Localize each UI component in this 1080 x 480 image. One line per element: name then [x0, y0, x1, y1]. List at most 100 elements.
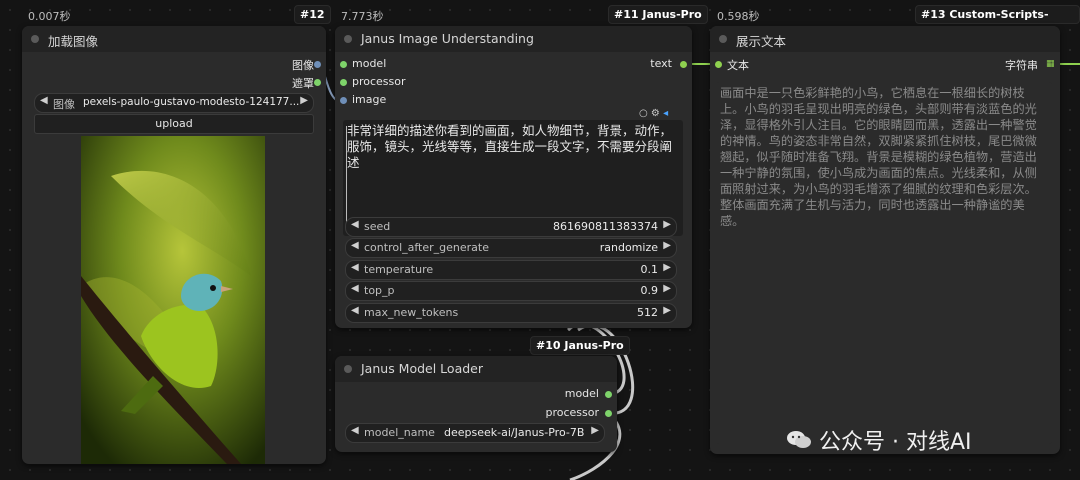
bird-image — [81, 136, 265, 464]
output-string[interactable]: 字符串 — [1005, 57, 1038, 73]
circle-icon[interactable]: ○ — [639, 108, 648, 119]
collapse-dot-icon[interactable] — [31, 35, 39, 43]
execution-time-show-text: 0.598秒 — [717, 10, 760, 23]
janus-model-loader-node[interactable]: Janus Model Loader model processor ◀ mod… — [335, 356, 617, 452]
widget-value: randomize — [599, 241, 658, 254]
control-after-generate-widget[interactable]: ◀ control_after_generate randomize ▶ — [345, 238, 677, 258]
widget-value: 0.1 — [640, 263, 659, 276]
wechat-icon — [786, 429, 812, 451]
output-processor[interactable]: processor — [545, 406, 599, 422]
node-id-badge-13: #13 Custom-Scripts-main — [915, 5, 1080, 38]
output-text-content: 画面中是一只色彩鲜艳的小鸟，它栖息在一根细长的树枝上。小鸟的羽毛呈现出明亮的绿色… — [720, 86, 1037, 228]
output-model[interactable]: model — [565, 387, 599, 403]
node-id-badge-11: #11 Janus-Pro — [608, 5, 708, 24]
input-text-port[interactable] — [715, 61, 722, 68]
output-string-label: 字符串 — [1005, 59, 1038, 72]
max-new-tokens-widget[interactable]: ◀ max_new_tokens 512 ▶ — [345, 303, 677, 323]
input-model-port[interactable] — [340, 61, 347, 68]
watermark: 公众号 · 对线AI — [786, 424, 972, 455]
seed-widget[interactable]: ◀ seed 861690811383374 ▶ — [345, 217, 677, 237]
output-text-display[interactable]: 画面中是一只色彩鲜艳的小鸟，它栖息在一根细长的树枝上。小鸟的羽毛呈现出明亮的绿色… — [716, 82, 1052, 444]
prev-arrow-icon[interactable]: ◀ — [40, 95, 48, 106]
output-text[interactable]: text — [650, 57, 672, 73]
node-id-badge-12: #12 — [294, 5, 331, 24]
input-model[interactable]: model — [352, 57, 386, 73]
input-text[interactable]: 文本 — [727, 57, 749, 73]
text-caret — [346, 126, 347, 230]
input-image[interactable]: image — [352, 93, 386, 109]
output-image-label: 图像 — [292, 59, 314, 72]
node-title: 展示文本 — [736, 34, 787, 49]
node-header[interactable]: 展示文本 — [710, 26, 1060, 52]
decrement-arrow-icon[interactable]: ◀ — [351, 240, 359, 251]
output-text-label: text — [650, 57, 672, 70]
input-model-label: model — [352, 57, 387, 70]
increment-arrow-icon[interactable]: ▶ — [663, 240, 671, 251]
show-text-node[interactable]: 展示文本 文本 字符串 ▦ 画面中是一只色彩鲜艳的小鸟，它栖息在一根细长的树枝上… — [710, 26, 1060, 454]
decrement-arrow-icon[interactable]: ◀ — [351, 219, 359, 230]
next-arrow-icon[interactable]: ▶ — [591, 425, 599, 436]
widget-value: 0.9 — [640, 284, 659, 297]
input-processor-label: processor — [352, 75, 406, 88]
grid-port-icon[interactable]: ▦ — [1046, 59, 1055, 69]
input-processor-port[interactable] — [340, 79, 347, 86]
output-image[interactable]: 图像 — [292, 57, 314, 73]
decrement-arrow-icon[interactable]: ◀ — [351, 262, 359, 273]
decrement-arrow-icon[interactable]: ◀ — [351, 305, 359, 316]
node-header[interactable]: Janus Image Understanding — [335, 26, 692, 52]
collapse-dot-icon[interactable] — [344, 35, 352, 43]
prompt-toolbar: ○ ⚙ ◂ — [639, 108, 668, 119]
widget-name: seed — [364, 220, 391, 233]
next-arrow-icon[interactable]: ▶ — [300, 95, 308, 106]
prompt-text: 非常详细的描述你看到的画面，如人物细节，背景，动作，服饰，镜头，光线等等，直接生… — [347, 123, 673, 170]
widget-name: model_name — [364, 426, 435, 439]
output-text-port[interactable] — [680, 61, 687, 68]
speaker-icon[interactable]: ◂ — [663, 108, 668, 119]
widget-name: temperature — [364, 263, 434, 276]
widget-name: control_after_generate — [364, 241, 489, 254]
collapse-dot-icon[interactable] — [719, 35, 727, 43]
prev-arrow-icon[interactable]: ◀ — [351, 425, 359, 436]
node-header[interactable]: 加载图像 — [22, 26, 326, 52]
widget-value: deepseek-ai/Janus-Pro-7B — [444, 426, 585, 439]
image-widget-value: pexels-paulo-gustavo-modesto-124177... — [83, 96, 300, 108]
widget-name: top_p — [364, 284, 395, 297]
output-processor-port[interactable] — [605, 410, 612, 417]
image-widget-label: 图像 — [53, 98, 75, 111]
model-name-widget[interactable]: ◀ model_name deepseek-ai/Janus-Pro-7B ▶ — [345, 423, 605, 443]
output-mask[interactable]: 遮罩 — [292, 75, 314, 91]
increment-arrow-icon[interactable]: ▶ — [663, 219, 671, 230]
input-image-port[interactable] — [340, 97, 347, 104]
widget-name: max_new_tokens — [364, 306, 459, 319]
output-mask-label: 遮罩 — [292, 77, 314, 90]
decrement-arrow-icon[interactable]: ◀ — [351, 283, 359, 294]
output-image-port[interactable] — [314, 61, 321, 68]
node-title: Janus Image Understanding — [361, 31, 534, 46]
input-image-label: image — [352, 93, 387, 106]
output-model-port[interactable] — [605, 391, 612, 398]
image-select-widget[interactable]: ◀ 图像 pexels-paulo-gustavo-modesto-124177… — [34, 93, 314, 113]
input-text-label: 文本 — [727, 59, 749, 72]
node-id-badge-10: #10 Janus-Pro — [530, 336, 630, 355]
settings-icon[interactable]: ⚙ — [651, 108, 660, 119]
node-header[interactable]: Janus Model Loader — [335, 356, 617, 382]
load-image-node[interactable]: 加载图像 图像 遮罩 ◀ 图像 pexels-paulo-gustavo-mod… — [22, 26, 326, 464]
janus-image-understanding-node[interactable]: Janus Image Understanding model processo… — [335, 26, 692, 328]
input-processor[interactable]: processor — [352, 75, 406, 91]
temperature-widget[interactable]: ◀ temperature 0.1 ▶ — [345, 260, 677, 280]
execution-time-load-image: 0.007秒 — [28, 10, 71, 23]
widget-value: 861690811383374 — [553, 220, 658, 233]
widget-value: 512 — [637, 306, 658, 319]
upload-button[interactable]: upload — [34, 114, 314, 134]
collapse-dot-icon[interactable] — [344, 365, 352, 373]
watermark-text: 公众号 · 对线AI — [819, 430, 972, 455]
output-processor-label: processor — [545, 406, 599, 419]
increment-arrow-icon[interactable]: ▶ — [663, 305, 671, 316]
top-p-widget[interactable]: ◀ top_p 0.9 ▶ — [345, 281, 677, 301]
increment-arrow-icon[interactable]: ▶ — [663, 262, 671, 273]
node-title: 加载图像 — [48, 34, 99, 49]
increment-arrow-icon[interactable]: ▶ — [663, 283, 671, 294]
output-mask-port[interactable] — [314, 79, 321, 86]
output-model-label: model — [564, 387, 599, 400]
execution-time-janus-understanding: 7.773秒 — [341, 10, 384, 23]
